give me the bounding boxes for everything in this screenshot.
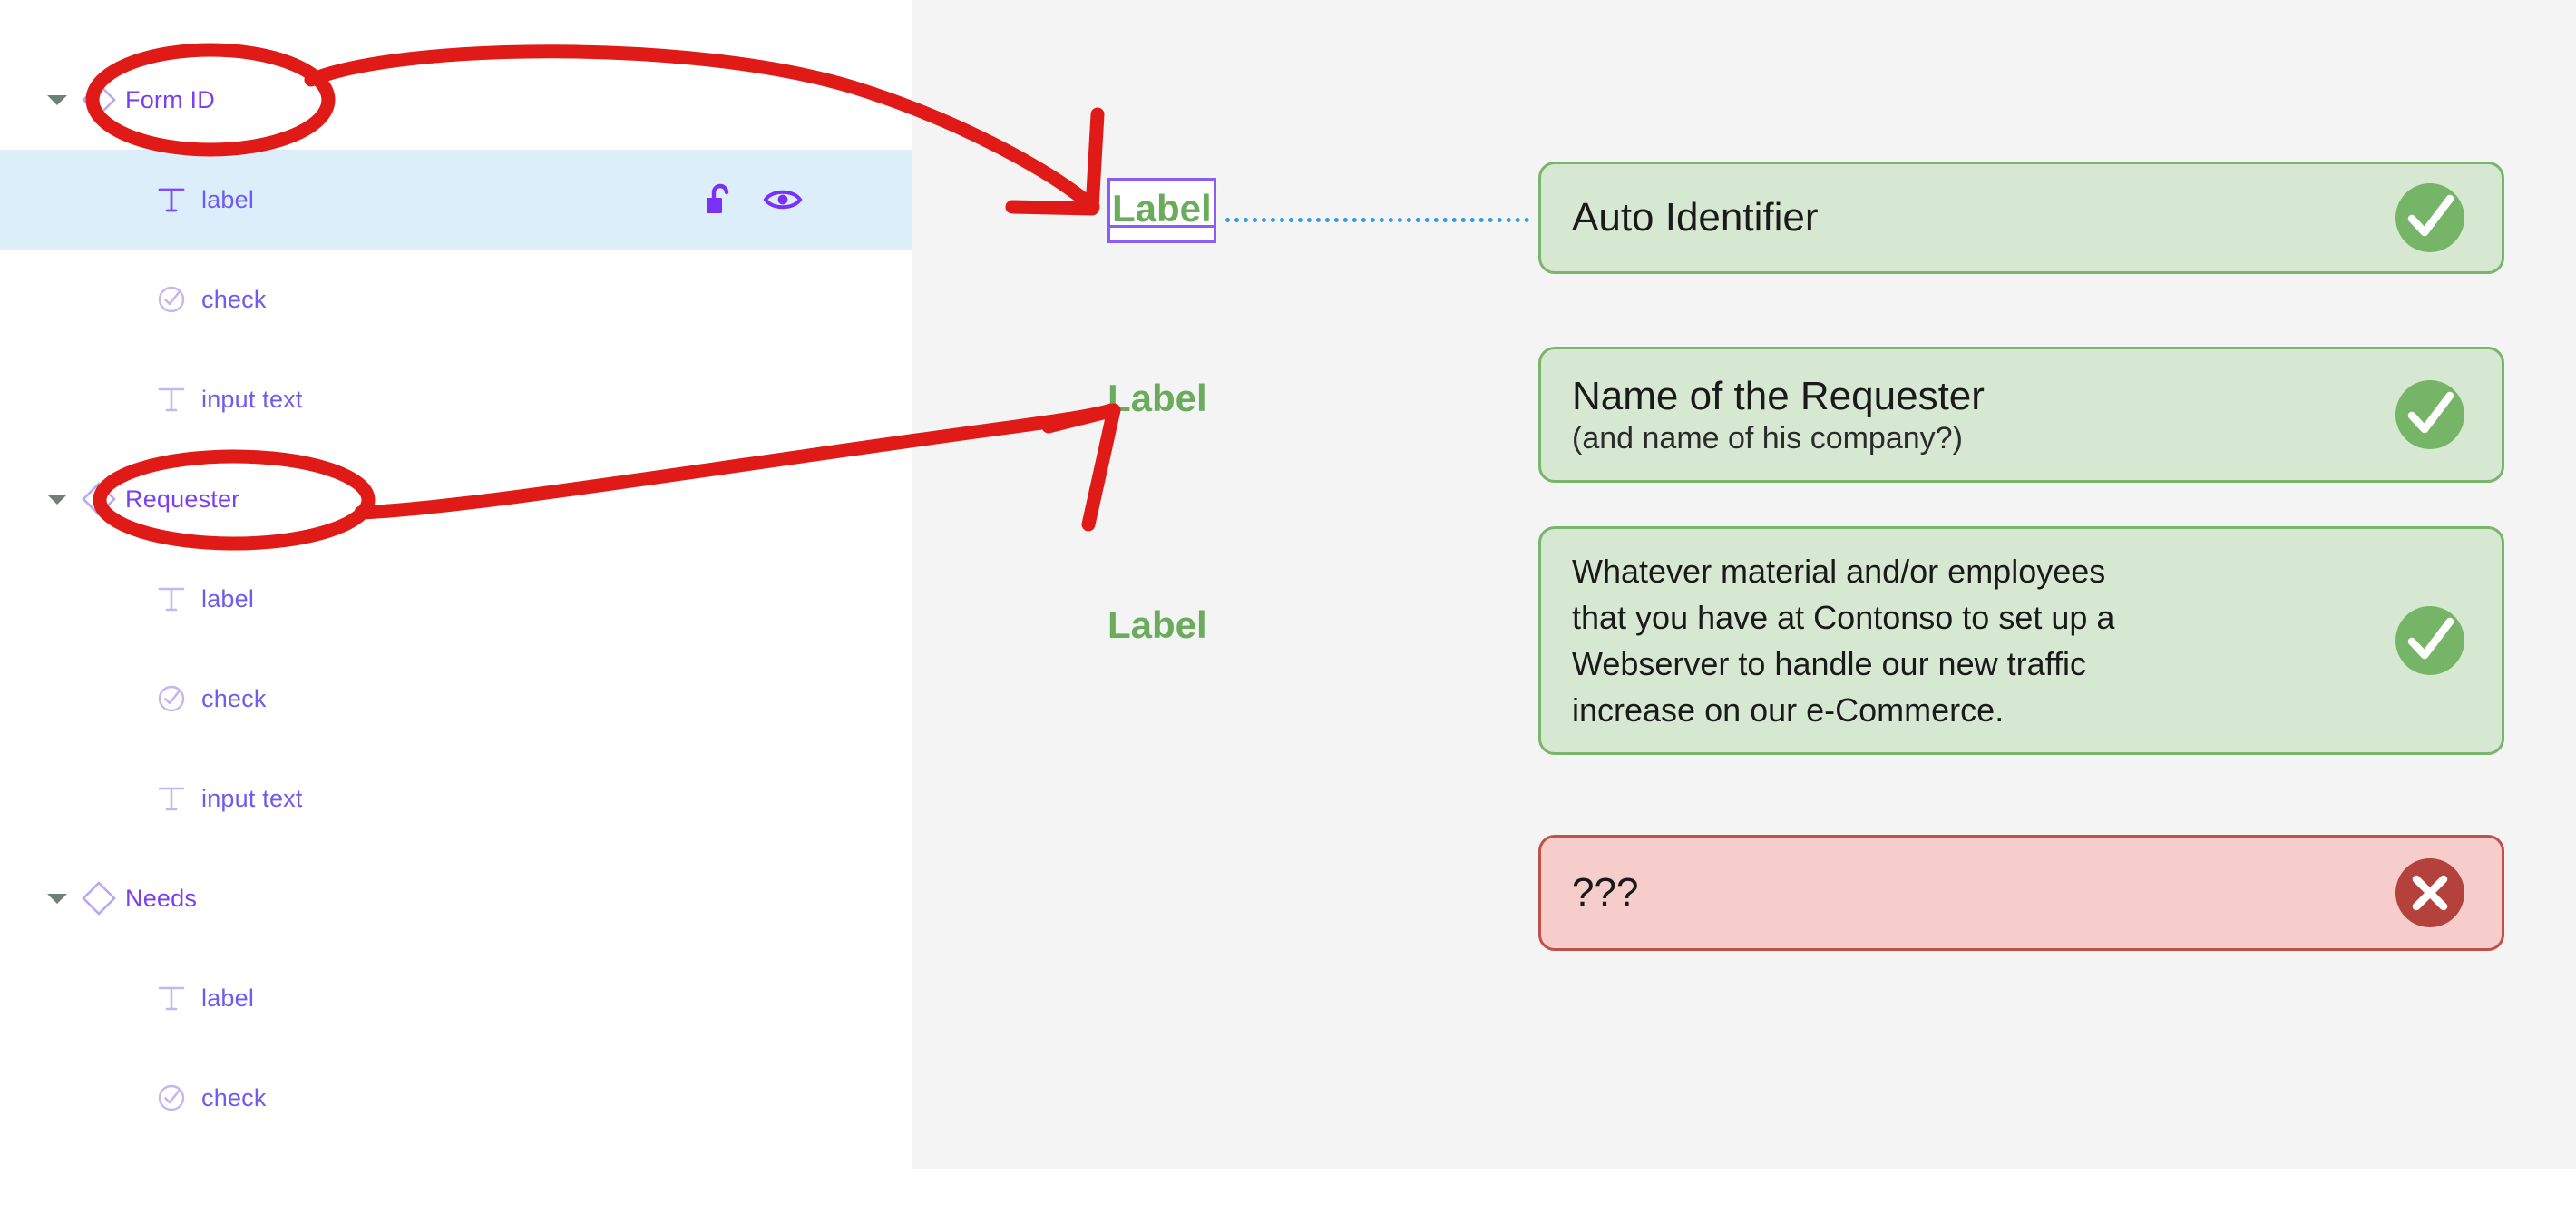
field-label[interactable]: Label <box>1107 379 1207 417</box>
check-circle-icon <box>2389 374 2471 456</box>
tree-item-label: input text <box>201 385 303 413</box>
check-shield-icon <box>145 649 198 749</box>
diamond-icon <box>73 449 125 549</box>
text-type-icon <box>145 349 198 449</box>
tree-item-label: label <box>201 185 255 213</box>
diamond-icon <box>73 50 125 150</box>
tree-item-form-id[interactable]: Form ID <box>0 50 912 150</box>
tree-item-label: label <box>201 984 255 1012</box>
tree-item-label: input text <box>201 784 303 812</box>
tree-item-label: Requester <box>125 485 240 513</box>
tree-item-label[interactable]: label <box>0 549 912 649</box>
field-label-slot-1: Label <box>1107 178 1216 243</box>
tree-item-label: Form ID <box>125 85 215 113</box>
tree-item-label: check <box>201 684 267 712</box>
field-label-slot-3: Label <box>1107 606 1207 644</box>
tree-item-requester[interactable]: Requester <box>0 449 912 549</box>
eye-icon[interactable] <box>763 184 803 215</box>
disclosure-caret-icon[interactable] <box>42 50 73 150</box>
tree-item-label: label <box>201 584 255 612</box>
field-label[interactable]: Label <box>1107 606 1207 644</box>
layer-tree-panel: Form ID label check input text Requester… <box>0 0 912 1205</box>
row-action-group <box>703 150 803 250</box>
form-field-requester-name[interactable]: Name of the Requester (and name of his c… <box>1538 347 2504 483</box>
field-value-sub: (and name of his company?) <box>1572 420 1963 456</box>
text-type-icon <box>145 948 198 1048</box>
field-label-selected[interactable]: Label <box>1107 178 1216 243</box>
field-value: Auto Identifier <box>1572 195 1819 240</box>
form-field-auto-identifier[interactable]: Auto Identifier <box>1538 162 2504 274</box>
tree-item-label: Needs <box>125 884 198 912</box>
tree-item-label[interactable]: label <box>0 948 912 1048</box>
tree-item-label: check <box>201 285 267 313</box>
form-preview-pane: Label Auto Identifier Label Name of the … <box>912 0 2576 1169</box>
x-circle-icon <box>2389 852 2471 934</box>
tree-item-check[interactable]: check <box>0 1048 912 1148</box>
form-field-needs-description[interactable]: Whatever material and/or employees that … <box>1538 526 2504 755</box>
disclosure-caret-icon[interactable] <box>42 848 73 948</box>
field-value-main: Name of the Requester <box>1572 373 1985 418</box>
field-value: Whatever material and/or employees that … <box>1572 552 2115 730</box>
text-type-icon <box>145 749 198 848</box>
tree-item-input-text[interactable]: input text <box>0 349 912 449</box>
disclosure-caret-icon[interactable] <box>42 449 73 549</box>
tree-item-check[interactable]: check <box>0 649 912 749</box>
tree-item-check[interactable]: check <box>0 250 912 349</box>
text-type-icon <box>145 549 198 649</box>
diamond-icon <box>73 848 125 948</box>
check-circle-icon <box>2389 600 2471 681</box>
text-type-icon <box>145 150 198 250</box>
field-value: ??? <box>1572 870 1639 916</box>
unlock-icon[interactable] <box>703 181 737 218</box>
design-tool-screen: Form ID label check input text Requester… <box>0 0 2576 1205</box>
tree-item-needs[interactable]: Needs <box>0 848 912 948</box>
tree-item-label-selected[interactable]: label <box>0 150 912 250</box>
form-field-unknown[interactable]: ??? <box>1538 835 2504 951</box>
label-field-connector <box>1225 218 1529 222</box>
check-shield-icon <box>145 1048 198 1148</box>
tree-item-input-text[interactable]: input text <box>0 749 912 848</box>
tree-item-label: check <box>201 1083 267 1112</box>
check-shield-icon <box>145 250 198 349</box>
field-value: Name of the Requester (and name of his c… <box>1541 326 2121 505</box>
check-circle-icon <box>2389 177 2471 259</box>
field-label-slot-2: Label <box>1107 379 1207 417</box>
